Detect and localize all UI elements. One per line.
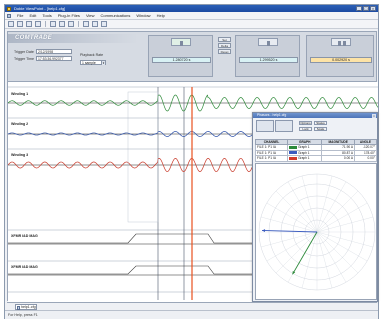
- channel-cell: FILE 1: P1 IA: [254, 155, 289, 162]
- menu-communications[interactable]: Communications: [101, 13, 131, 18]
- phasor-edit-icon[interactable]: [275, 120, 293, 132]
- graph-label: Graph 1: [298, 145, 310, 150]
- channel-label-2: Winding 2: [11, 122, 29, 126]
- close-icon[interactable]: ×: [372, 113, 376, 118]
- channel-label-3: Winding 3: [11, 153, 29, 157]
- phasor-arrowhead: [262, 229, 266, 232]
- reset-button[interactable]: Reset: [218, 49, 231, 54]
- document-icon[interactable]: [7, 13, 11, 18]
- phasor-diagram-svg: [258, 173, 376, 291]
- color-swatch: [289, 156, 298, 160]
- phasor-title: Phasors - help1.cfg: [257, 113, 287, 117]
- playback-rate-label: Playback Rate: [80, 53, 104, 57]
- delta-button[interactable]: Delta: [218, 43, 231, 48]
- phasor-arrow: [262, 230, 318, 233]
- window-title: Doble ViewPoint - [help1.cfg]: [14, 6, 66, 11]
- status-text: For Help, press F1: [8, 313, 38, 317]
- phasor-title-bar: Phasors - help1.cfg ×: [253, 113, 377, 118]
- phasor-plot-icon[interactable]: [256, 120, 274, 132]
- help-icon[interactable]: [101, 21, 107, 27]
- toolbar: [5, 20, 378, 29]
- playback-rate-value: 1 sample: [82, 61, 96, 65]
- graph-label: Graph 1: [298, 150, 310, 155]
- document-tab-label: help1.cfg: [21, 305, 36, 309]
- phasor-scale-button[interactable]: Scale: [314, 127, 327, 131]
- close-button[interactable]: ×: [370, 6, 376, 11]
- maximize-button[interactable]: □: [363, 6, 369, 11]
- menu-bar: File Edit Tools Plug-In Files View Commu…: [5, 12, 378, 20]
- trigger-date-label: Trigger Date: [14, 50, 34, 54]
- graph-label: Graph 1: [298, 156, 310, 161]
- graph-cell: Graph 1: [287, 155, 323, 162]
- cursor-group-2: 1.299520 s: [235, 35, 300, 77]
- color-swatch: [289, 145, 298, 149]
- trigger-time-label: Trigger Time: [14, 57, 35, 61]
- file-icon: [17, 306, 20, 310]
- menu-plugin-files[interactable]: Plug-In Files: [58, 13, 80, 18]
- cursor-2-readout: 1.299520 s: [239, 57, 298, 63]
- document-tab-bar: help1.cfg: [7, 302, 377, 310]
- save-icon[interactable]: [17, 21, 23, 27]
- menu-view[interactable]: View: [86, 13, 95, 18]
- phasor-lock-button[interactable]: Lock: [299, 127, 312, 131]
- section-title: COMTRADE: [15, 35, 53, 41]
- app-window: Doble ViewPoint - [help1.cfg] _ □ × File…: [4, 4, 379, 319]
- print-icon[interactable]: [92, 21, 98, 27]
- delta-icon[interactable]: [331, 38, 351, 46]
- table-row[interactable]: FILE 1: P1 IA Graph 1 0.00 A 0.00°: [254, 155, 378, 162]
- open-icon[interactable]: [8, 21, 14, 27]
- set-button[interactable]: Set: [218, 37, 231, 42]
- menu-file[interactable]: File: [17, 13, 23, 18]
- zoom-in-icon[interactable]: [59, 21, 65, 27]
- delta-group: 0.002920 s: [306, 35, 374, 77]
- delta-readout: 0.002920 s: [310, 57, 372, 63]
- menu-edit[interactable]: Edit: [29, 13, 36, 18]
- cursor-2-icon[interactable]: [258, 38, 278, 46]
- cursor-1-icon[interactable]: [171, 38, 191, 46]
- trigger-time-field[interactable]: 17:53:36.992377: [36, 56, 72, 61]
- phasor-table: CHANNEL GRAPH MAGNITUDE ANGLE FILE 1: P1…: [254, 139, 378, 162]
- magnitude-cell: 0.00 A: [321, 155, 355, 162]
- cursor-1-readout: 1.280720 s: [152, 57, 211, 63]
- color-swatch: [289, 151, 298, 155]
- status-bar: For Help, press F1: [5, 310, 378, 319]
- phasor-diagram: [255, 163, 377, 300]
- fault-window: [127, 91, 159, 223]
- angle-cell: 0.00°: [353, 155, 378, 162]
- phasor-options-button[interactable]: Options: [299, 121, 312, 125]
- playback-rate-select[interactable]: 1 sample ▾: [80, 60, 106, 65]
- document-window: COMTRADE Trigger Date 2/12/1998 Trigger …: [7, 31, 378, 302]
- menu-window[interactable]: Window: [136, 13, 150, 18]
- channel-label-5: XFMR I&D MAG: [11, 265, 38, 269]
- cursor-icon[interactable]: [50, 21, 56, 27]
- settings-icon[interactable]: [26, 21, 32, 27]
- title-bar: Doble ViewPoint - [help1.cfg] _ □ ×: [5, 5, 378, 12]
- grid-icon[interactable]: [83, 21, 89, 27]
- chart-icon[interactable]: [35, 21, 41, 27]
- channel-label-1: Winding 1: [11, 92, 29, 96]
- phasor-status-button[interactable]: Status: [314, 121, 327, 125]
- app-icon: [7, 6, 11, 11]
- channel-label-4: XFMR I&D MAG: [11, 234, 38, 238]
- minimize-button[interactable]: _: [356, 6, 362, 11]
- zoom-out-icon[interactable]: [68, 21, 74, 27]
- trigger-date-field[interactable]: 2/12/1998: [36, 49, 72, 54]
- comtrade-header: COMTRADE Trigger Date 2/12/1998 Trigger …: [8, 32, 376, 82]
- chevron-down-icon[interactable]: ▾: [101, 61, 105, 65]
- toolbar-separator: [45, 21, 46, 27]
- toolbar-separator: [78, 21, 79, 27]
- menu-tools[interactable]: Tools: [42, 13, 51, 18]
- phasor-window: Phasors - help1.cfg × Options Lock Statu…: [252, 112, 378, 302]
- menu-help[interactable]: Help: [157, 13, 165, 18]
- cursor-group-1: 1.280720 s: [148, 35, 213, 77]
- window-controls: _ □ ×: [356, 6, 376, 11]
